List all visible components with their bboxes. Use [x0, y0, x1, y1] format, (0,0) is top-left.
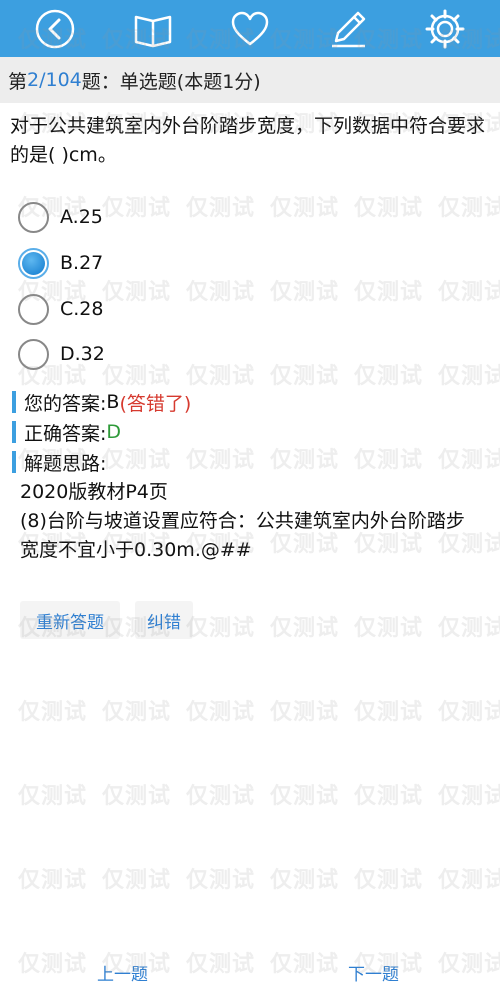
explanation-body: 2020版教材P4页 (8)台阶与坡道设置应符合：公共建筑室内外台阶踏步宽度不宜… [20, 478, 482, 565]
next-question-button[interactable]: 下一题 [348, 958, 399, 986]
option-a[interactable]: A.25 [18, 198, 318, 236]
watermark-text: 仅测试 [102, 700, 172, 725]
watermark-text: 仅测试 [438, 952, 500, 977]
top-toolbar [0, 0, 500, 57]
watermark-text: 仅测试 [354, 700, 424, 725]
your-answer: 您的答案: B (答错了) [12, 389, 191, 415]
watermark-text: 仅测试 [186, 868, 256, 893]
your-answer-label: 您的答案: [24, 392, 107, 415]
question-stem: 对于公共建筑室内外台阶踏步宽度，下列数据中符合要求的是( )cm。 [10, 115, 486, 166]
watermark-text: 仅测试 [438, 868, 500, 893]
watermark-text: 仅测试 [354, 448, 424, 473]
watermark-text: 仅测试 [438, 196, 500, 221]
watermark-text: 仅测试 [438, 280, 500, 305]
explanation-heading: 解题思路: [12, 449, 106, 475]
option-label: C.28 [60, 298, 104, 320]
question-type: 题：单选题(本题1分) [81, 70, 261, 93]
radio-selected-icon[interactable] [18, 247, 49, 279]
watermark-text: 仅测试 [18, 952, 88, 977]
watermark-text: 仅测试 [102, 868, 172, 893]
question-number: 2/104 [27, 69, 82, 91]
correct-answer-label: 正确答案: [24, 422, 107, 445]
correct-answer: 正确答案: D [12, 419, 121, 445]
watermark-text: 仅测试 [438, 616, 500, 641]
watermark-text: 仅测试 [354, 868, 424, 893]
option-c[interactable]: C.28 [18, 290, 318, 328]
option-b[interactable]: B.27 [18, 244, 318, 282]
explanation-line: (8)台阶与坡道设置应符合：公共建筑室内外台阶踏步宽度不宜小于0.30m.@## [20, 510, 465, 561]
option-d[interactable]: D.32 [18, 335, 318, 373]
option-label: D.32 [60, 343, 105, 365]
section-marker [12, 421, 16, 443]
prev-question-button[interactable]: 上一题 [97, 958, 148, 986]
back-icon[interactable] [30, 4, 80, 54]
option-label: A.25 [60, 206, 103, 228]
gear-icon[interactable] [420, 4, 470, 54]
watermark-text: 仅测试 [354, 196, 424, 221]
watermark-text: 仅测试 [270, 784, 340, 809]
book-icon[interactable] [128, 4, 178, 54]
section-marker [12, 391, 16, 413]
radio-icon[interactable] [18, 293, 49, 325]
watermark-text: 仅测试 [438, 784, 500, 809]
explanation-label: 解题思路: [24, 452, 107, 475]
watermark-text: 仅测试 [186, 784, 256, 809]
watermark-text: 仅测试 [18, 868, 88, 893]
explanation-line: 2020版教材P4页 [20, 481, 168, 503]
watermark-text: 仅测试 [186, 448, 256, 473]
watermark-text: 仅测试 [270, 616, 340, 641]
pencil-icon[interactable] [323, 4, 373, 54]
watermark-text: 仅测试 [354, 784, 424, 809]
radio-icon[interactable] [18, 201, 49, 233]
watermark-text: 仅测试 [186, 616, 256, 641]
correct-answer-value: D [106, 421, 122, 443]
section-marker [12, 451, 16, 473]
watermark-text: 仅测试 [354, 280, 424, 305]
option-label: B.27 [60, 252, 104, 274]
watermark-text: 仅测试 [438, 448, 500, 473]
watermark-text: 仅测试 [270, 868, 340, 893]
retry-button[interactable]: 重新答题 [20, 601, 120, 639]
watermark-text: 仅测试 [354, 616, 424, 641]
watermark-text: 仅测试 [186, 700, 256, 725]
question-header: 第 2/104 题：单选题(本题1分) [0, 57, 500, 103]
question-prefix: 第 [8, 70, 28, 93]
heart-icon[interactable] [225, 4, 275, 54]
watermark-text: 仅测试 [438, 364, 500, 389]
answer-status: (答错了) [119, 392, 192, 415]
radio-icon[interactable] [18, 338, 49, 370]
watermark-text: 仅测试 [438, 700, 500, 725]
watermark-text: 仅测试 [354, 364, 424, 389]
watermark-text: 仅测试 [102, 784, 172, 809]
watermark-text: 仅测试 [270, 700, 340, 725]
watermark-text: 仅测试 [102, 448, 172, 473]
watermark-text: 仅测试 [186, 952, 256, 977]
watermark-text: 仅测试 [18, 784, 88, 809]
watermark-text: 仅测试 [18, 700, 88, 725]
watermark-text: 仅测试 [270, 952, 340, 977]
watermark-text: 仅测试 [270, 448, 340, 473]
your-answer-value: B [106, 391, 120, 413]
report-error-button[interactable]: 纠错 [135, 601, 193, 639]
